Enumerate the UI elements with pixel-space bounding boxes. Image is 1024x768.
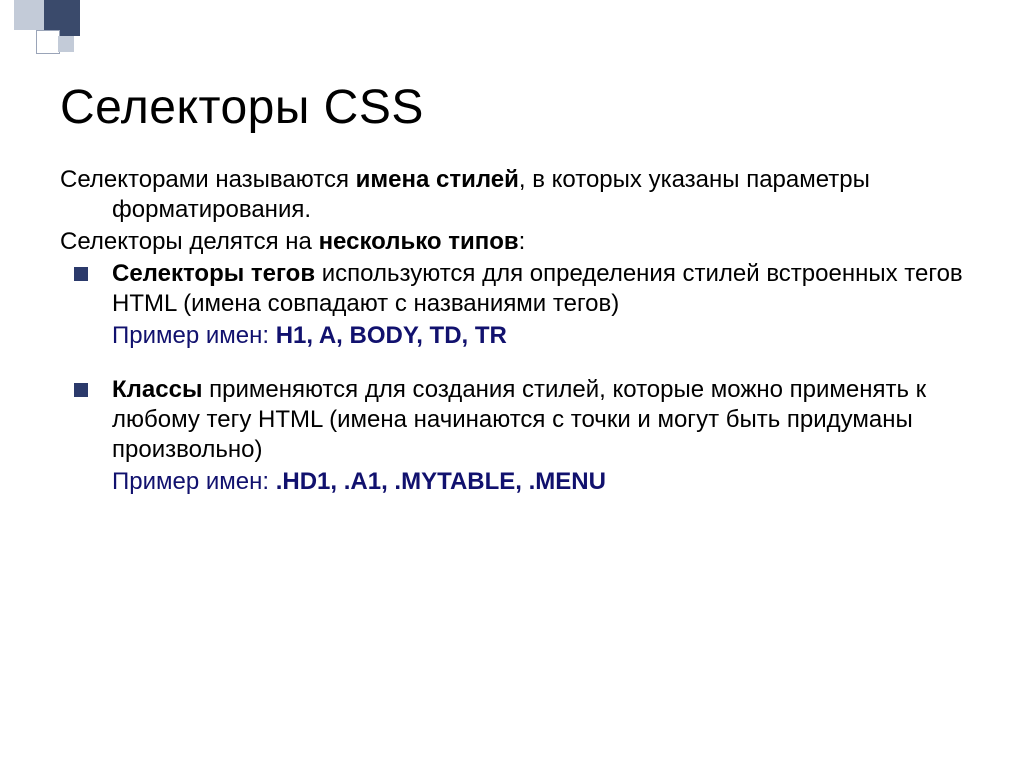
types-line: Селекторы делятся на несколько типов: xyxy=(60,227,984,257)
intro-pre: Селекторами называются xyxy=(60,166,356,193)
types-pre: Селекторы делятся на xyxy=(60,228,319,255)
bullet2-example: Пример имен: .HD1, .A1, .MYTABLE, .MENU xyxy=(60,467,984,497)
bullet1-example: Пример имен: H1, A, BODY, TD, TR xyxy=(60,321,984,351)
bullet2-rest: применяются для создания стилей, которые… xyxy=(112,376,926,463)
intro-paragraph: Селекторами называются имена стилей, в к… xyxy=(60,165,984,225)
bullet1-example-label: Пример имен: xyxy=(112,322,276,349)
bullet2-example-label: Пример имен: xyxy=(112,468,276,495)
types-post: : xyxy=(519,228,526,255)
slide-content: Селекторы CSS Селекторами называются име… xyxy=(60,80,984,499)
types-bold: несколько типов xyxy=(319,228,519,255)
intro-bold: имена стилей xyxy=(356,166,519,193)
bullet1-bold: Селекторы тегов xyxy=(112,260,315,287)
slide: Селекторы CSS Селекторами называются име… xyxy=(0,0,1024,768)
bullet2-example-values: .HD1, .A1, .MYTABLE, .MENU xyxy=(276,468,606,495)
bullet-classes: Классы применяются для создания стилей, … xyxy=(60,375,984,465)
body-text: Селекторами называются имена стилей, в к… xyxy=(60,165,984,497)
bullet2-bold: Классы xyxy=(112,376,202,403)
corner-decoration xyxy=(0,0,150,80)
slide-title: Селекторы CSS xyxy=(60,80,984,135)
bullet-tag-selectors: Селекторы тегов используются для определ… xyxy=(60,259,984,319)
bullet1-example-values: H1, A, BODY, TD, TR xyxy=(276,322,507,349)
